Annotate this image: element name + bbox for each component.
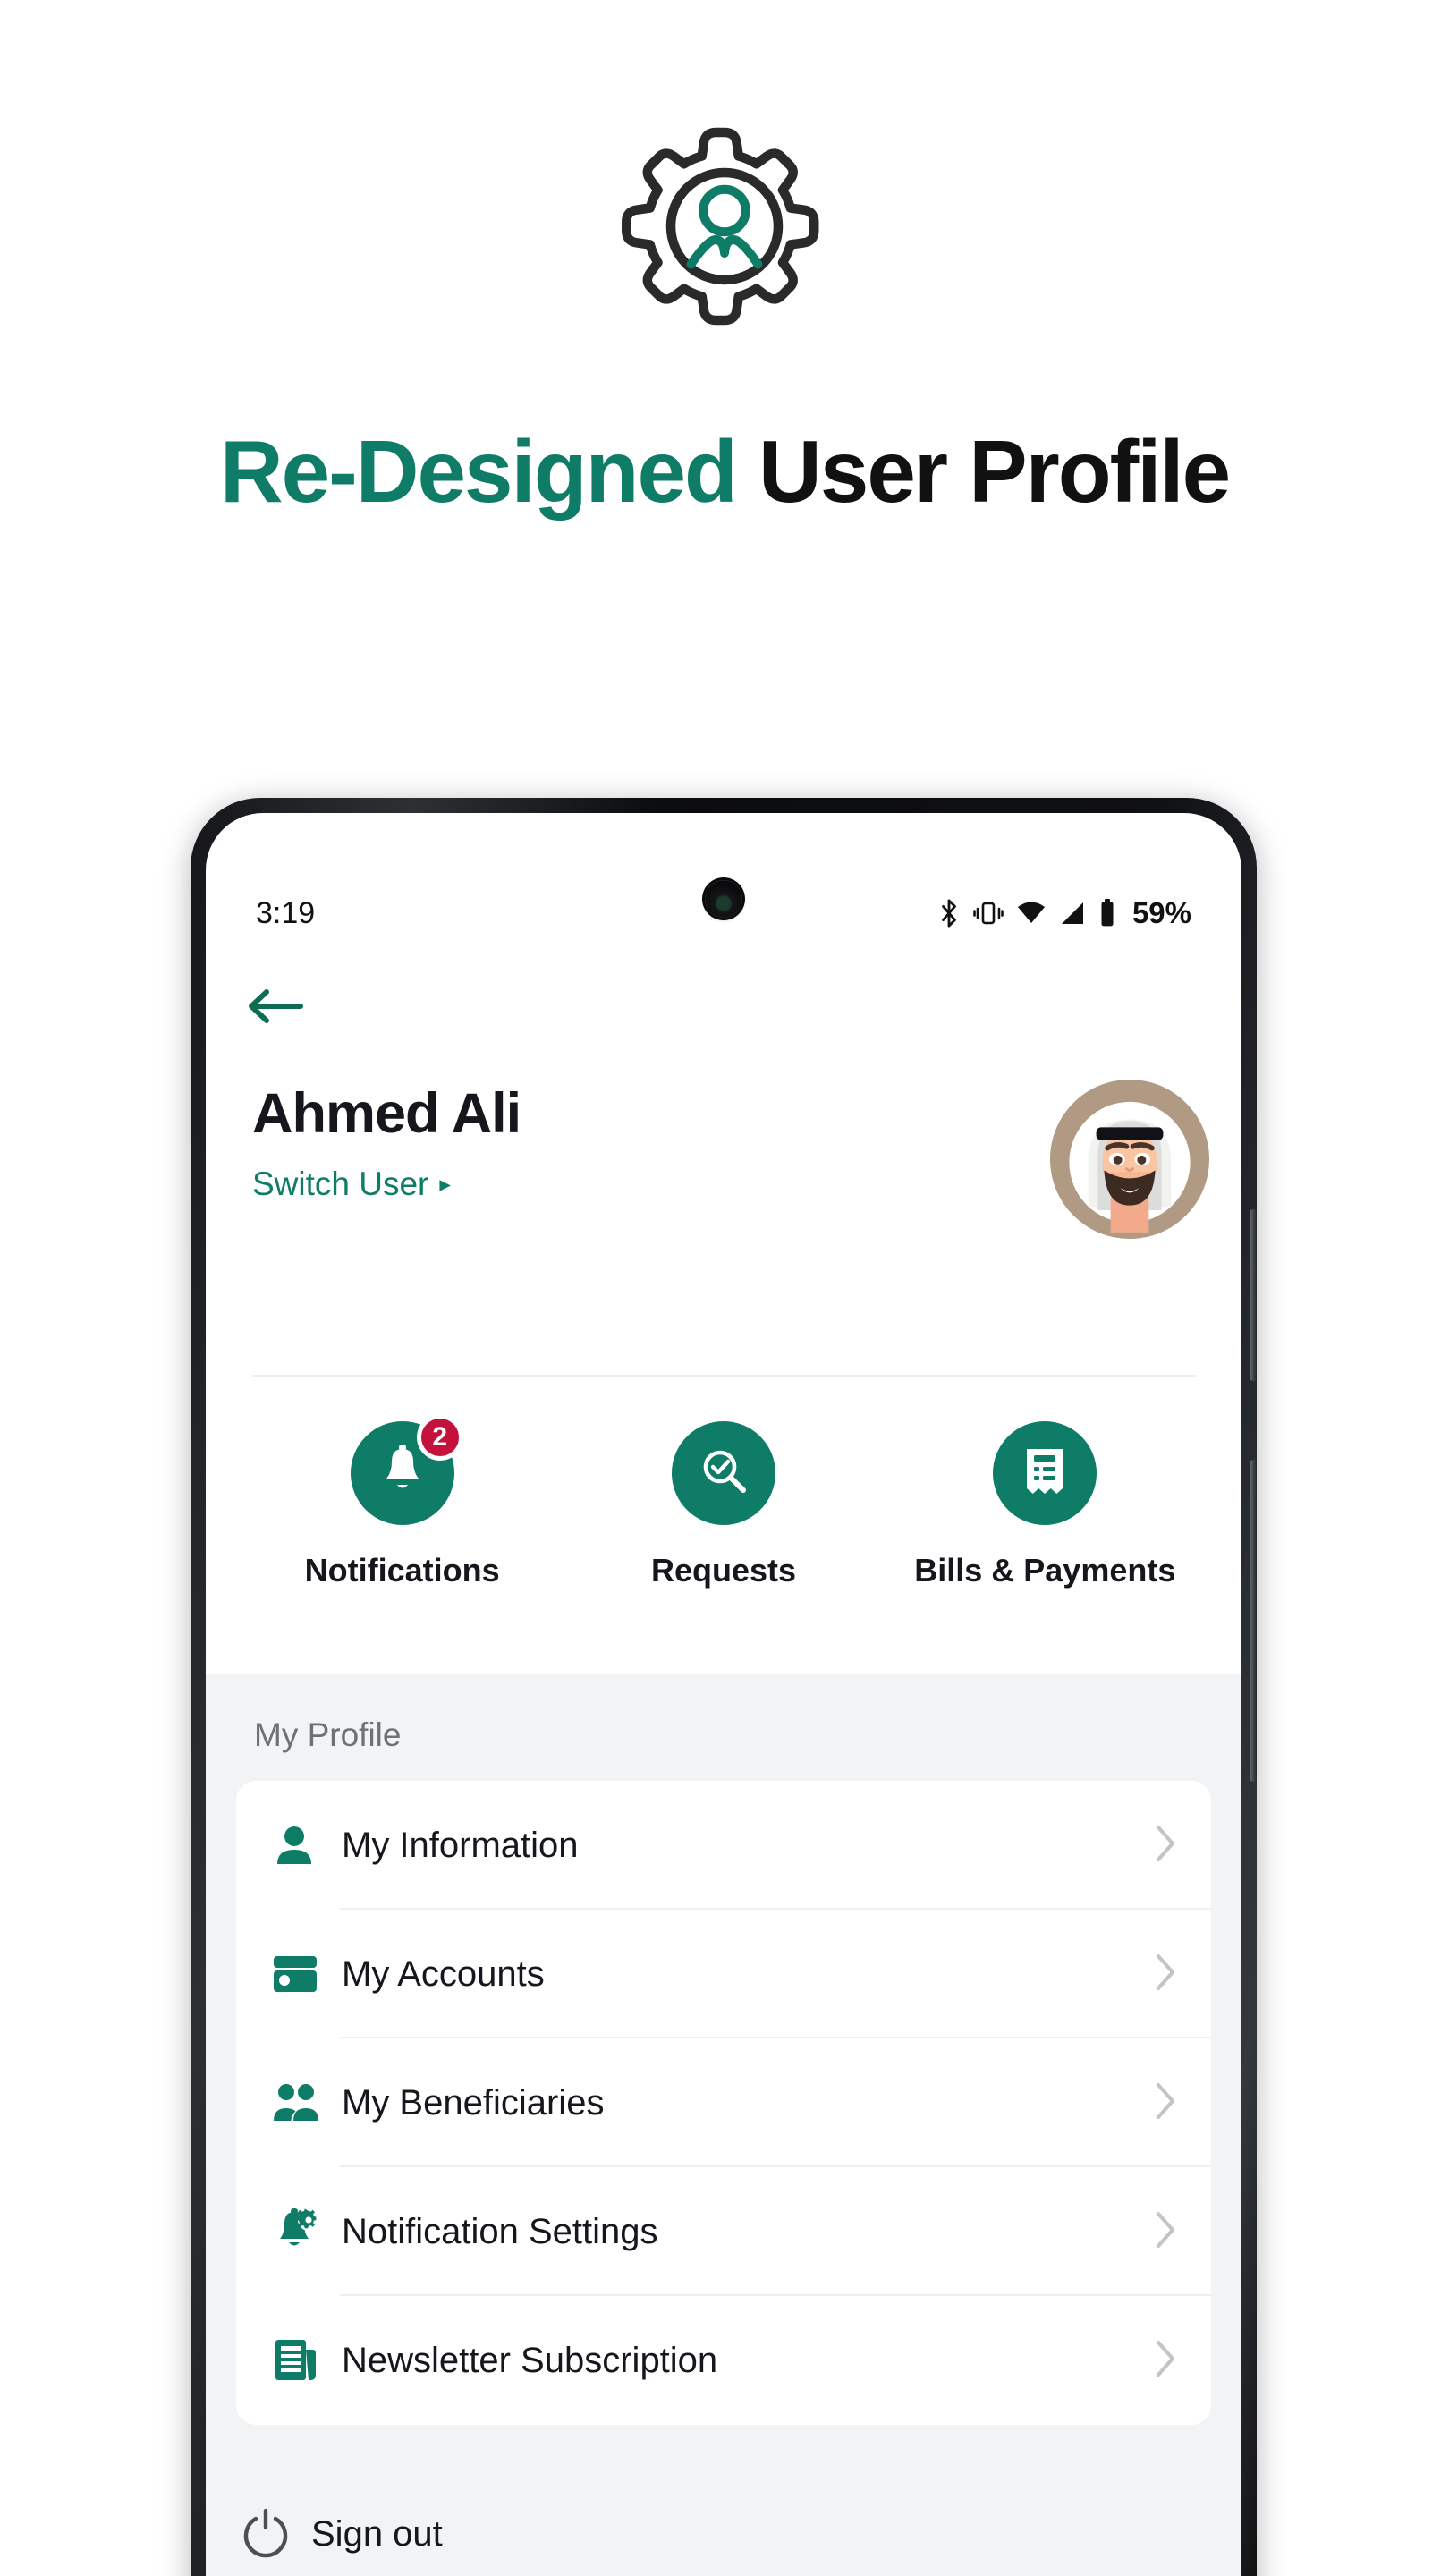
menu-item-my-accounts[interactable]: My Accounts [236,1910,1211,2038]
chevron-right-icon [1154,1824,1177,1868]
status-time: 3:19 [256,895,316,930]
quick-action-bills-payments[interactable]: Bills & Payments [911,1421,1179,1589]
search-check-icon [698,1445,750,1502]
person-icon [272,1823,342,1868]
quick-action-circle [671,1421,775,1525]
quick-action-label: Requests [650,1552,797,1589]
bell-icon [377,1444,428,1503]
bluetooth-icon [937,897,961,929]
phone-screen: 3:19 59% Ahmed Ali Switch User ▸ 2 Notif… [206,813,1241,2576]
quick-action-circle [993,1421,1097,1525]
profile-menu-card: My Information My Accounts My Beneficiar… [236,1781,1211,2425]
menu-item-my-beneficiaries[interactable]: My Beneficiaries [236,2038,1211,2167]
hero-gear-user-profile-icon [0,114,1449,338]
back-arrow-icon [247,986,304,1031]
cellular-signal-icon [1059,901,1086,926]
hero-title: Re-Designed User Profile [161,420,1288,524]
status-icons: 59% [937,896,1191,930]
vibrate-icon [973,899,1004,928]
quick-action-label: Notifications [304,1552,500,1589]
quick-actions-row: 2 Notifications Requests Bills & Payment… [242,1414,1206,1589]
header-divider [252,1375,1195,1377]
chevron-right-icon [1154,2081,1177,2125]
avatar[interactable] [1050,1080,1209,1239]
quick-action-notifications[interactable]: 2 Notifications [268,1414,537,1589]
battery-percent: 59% [1131,896,1191,929]
newspaper-icon [272,2337,342,2384]
sign-out-button[interactable]: Sign out [206,2470,1241,2576]
section-title-my-profile: My Profile [254,1716,402,1753]
profile-content: My Profile My Information My Accounts My… [206,1674,1241,2576]
chevron-right-icon [1154,2339,1177,2383]
menu-item-my-information[interactable]: My Information [236,1781,1211,1910]
status-bar: 3:19 59% [206,888,1241,938]
notifications-badge: 2 [416,1414,463,1461]
battery-icon [1098,899,1116,928]
hero-title-accent: Re-Designed [219,422,738,521]
wifi-icon [1016,901,1046,926]
credit-card-icon [272,1954,342,1994]
chevron-right-icon [1154,1953,1177,1996]
menu-item-newsletter-subscription[interactable]: Newsletter Subscription [236,2296,1211,2425]
menu-item-label: My Information [342,1825,579,1865]
hero-title-rest: User Profile [735,422,1231,521]
switch-user-label: Switch User [252,1165,429,1202]
switch-user-caret-icon: ▸ [439,1171,451,1197]
menu-item-label: My Accounts [342,1953,545,1994]
sign-out-label: Sign out [311,2513,443,2554]
phone-side-button-volume[interactable] [1250,1209,1257,1381]
chevron-right-icon [1154,2210,1177,2254]
back-button[interactable] [247,976,327,1040]
receipt-icon [1022,1445,1067,1502]
menu-item-label: Notification Settings [342,2211,658,2251]
quick-action-requests[interactable]: Requests [589,1421,858,1589]
people-icon [272,2081,342,2124]
phone-side-button-power[interactable] [1250,1460,1257,1782]
quick-action-label: Bills & Payments [914,1552,1176,1589]
bell-gear-icon [272,2208,342,2255]
menu-item-notification-settings[interactable]: Notification Settings [236,2167,1211,2296]
page-root: Re-Designed User Profile 3:19 59% Ahmed … [0,0,1449,2576]
quick-action-circle: 2 [350,1414,463,1525]
menu-item-label: Newsletter Subscription [342,2340,718,2380]
phone-mockup: 3:19 59% Ahmed Ali Switch User ▸ 2 Notif… [191,798,1257,2576]
power-icon [242,2509,311,2559]
menu-item-label: My Beneficiaries [342,2082,605,2123]
